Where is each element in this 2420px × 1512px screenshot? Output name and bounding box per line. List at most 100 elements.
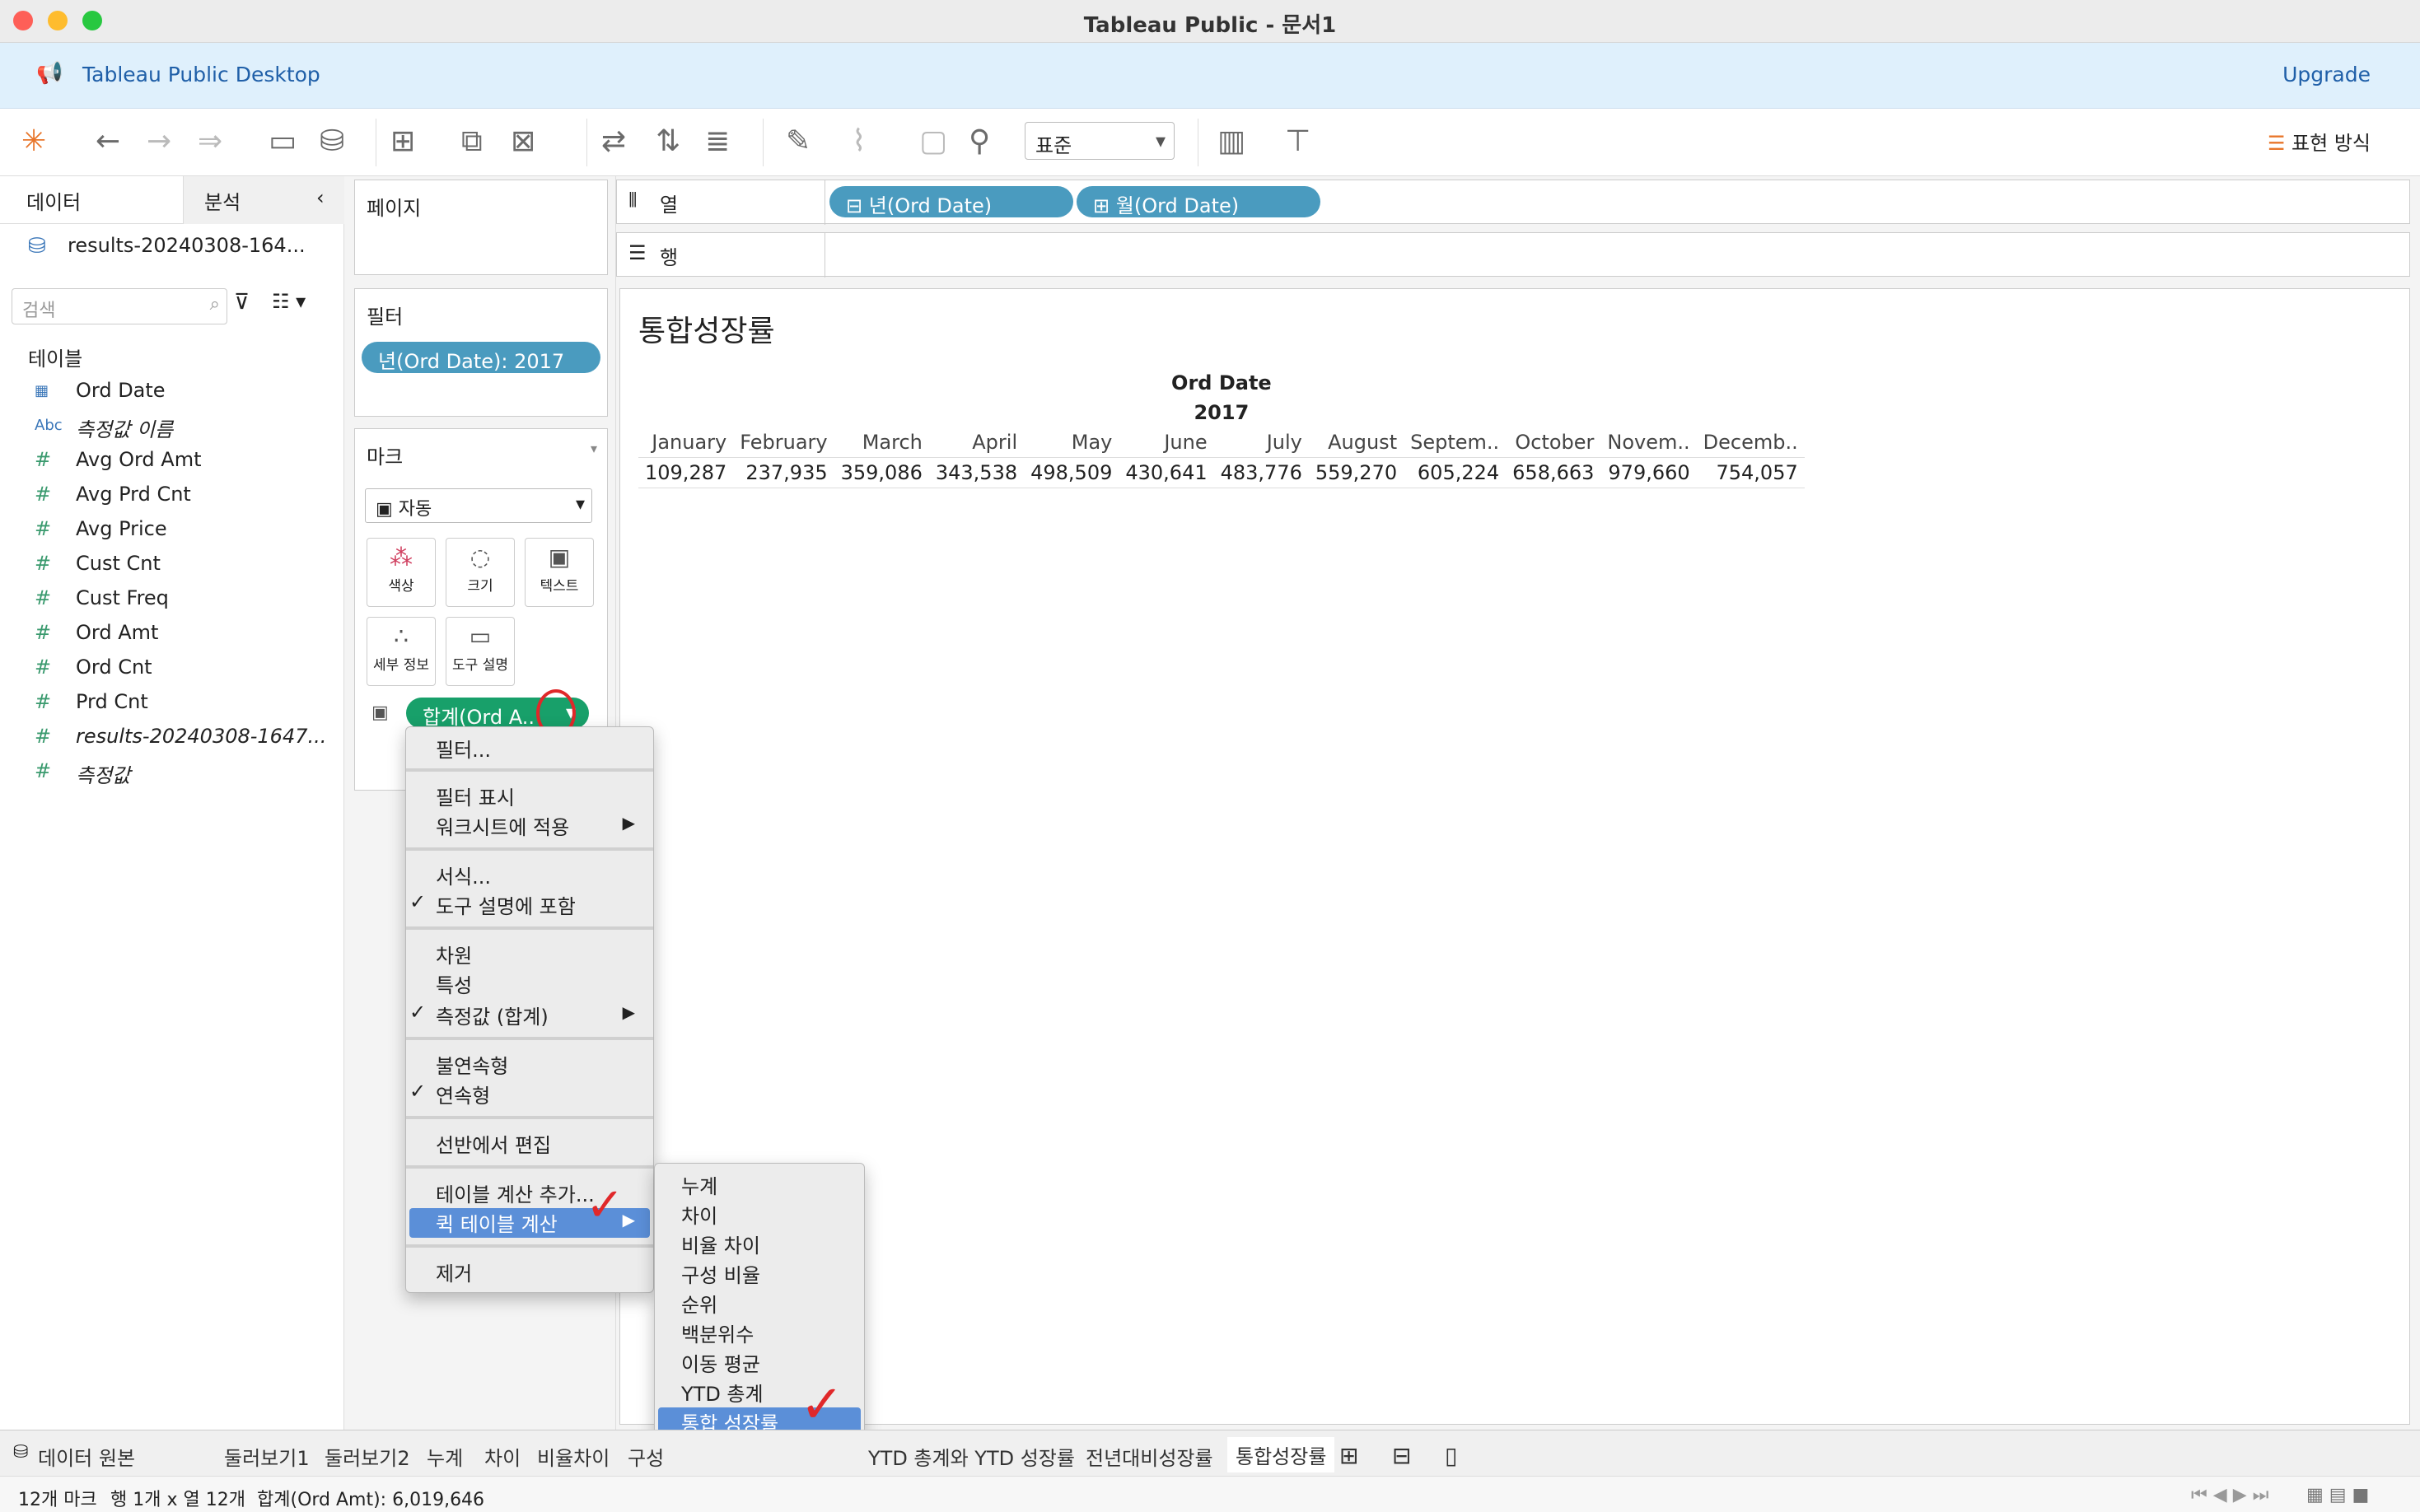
field-item[interactable]: Abc 측정값 이름 bbox=[0, 410, 344, 443]
search-input[interactable]: 검색 ⌕ bbox=[12, 288, 227, 324]
sheet-tab[interactable]: 누계 bbox=[427, 1442, 463, 1471]
sort-asc-icon[interactable]: ⇅ bbox=[656, 125, 680, 158]
grid-view-icon[interactable]: ▦ ▤ ■ bbox=[2306, 1485, 2369, 1505]
sheet-tab[interactable]: 구성 bbox=[628, 1442, 664, 1471]
save-icon[interactable]: ▭ bbox=[269, 125, 297, 158]
submenu-item[interactable]: 백분위수 bbox=[681, 1318, 754, 1348]
new-worksheet-icon[interactable]: ⊞ bbox=[390, 125, 415, 158]
chevron-down-icon[interactable]: ▾ bbox=[591, 441, 597, 456]
value-cell[interactable]: 109,287 bbox=[638, 458, 733, 488]
sheet-tab[interactable]: 차이 bbox=[484, 1442, 521, 1471]
sheet-nav-icon[interactable]: ⏮ ◀ ▶ ⏭ bbox=[2191, 1485, 2268, 1505]
filter-icon[interactable]: ⊽ bbox=[234, 290, 250, 315]
year-pill[interactable]: ⊟ 년(Ord Date) bbox=[829, 186, 1073, 217]
value-cell[interactable]: 658,663 bbox=[1506, 458, 1600, 488]
new-worksheet-icon[interactable]: ⊞ bbox=[1339, 1442, 1358, 1469]
presentation-icon[interactable]: ⊤ bbox=[1285, 125, 1310, 158]
field-item[interactable]: # 측정값 bbox=[0, 756, 344, 789]
sheet-tab[interactable]: 둘러보기2 bbox=[325, 1442, 410, 1471]
columns-shelf[interactable]: ⦀ 열 ⊟ 년(Ord Date) ⊞ 월(Ord Date) bbox=[616, 180, 2410, 225]
back-icon[interactable]: ← bbox=[96, 125, 120, 158]
sheet-tab[interactable]: 전년대비성장률 bbox=[1086, 1442, 1213, 1471]
submenu-item[interactable]: 구성 비율 bbox=[681, 1259, 760, 1289]
sheet-tab[interactable]: 비율차이 bbox=[537, 1442, 610, 1471]
field-item[interactable]: ▦ Ord Date bbox=[0, 376, 344, 408]
submenu-item[interactable]: YTD 총계 bbox=[681, 1378, 764, 1407]
menu-dimension[interactable]: 차원 bbox=[436, 940, 472, 969]
submenu-item[interactable]: 비율 차이 bbox=[681, 1230, 760, 1259]
field-item[interactable]: # Avg Ord Amt bbox=[0, 445, 344, 478]
field-item[interactable]: # Avg Price bbox=[0, 514, 344, 547]
menu-edit-in-shelf[interactable]: 선반에서 편집 bbox=[436, 1129, 551, 1159]
value-cell[interactable]: 559,270 bbox=[1309, 458, 1404, 488]
filter-pill[interactable]: 년(Ord Date): 2017 bbox=[362, 342, 600, 373]
mark-type-select[interactable]: ▣ 자동 ▾ bbox=[365, 488, 592, 523]
size-mark-button[interactable]: ◌ 크기 bbox=[446, 538, 515, 607]
pin-icon[interactable]: ⚲ bbox=[969, 125, 990, 158]
menu-remove[interactable]: 제거 bbox=[436, 1258, 472, 1287]
menu-apply-worksheets[interactable]: 워크시트에 적용 bbox=[436, 811, 569, 841]
field-item[interactable]: # Ord Cnt bbox=[0, 652, 344, 685]
menu-discrete[interactable]: 불연속형 bbox=[436, 1050, 508, 1080]
attach-icon[interactable]: ⌇ bbox=[852, 125, 867, 158]
label-icon[interactable]: ▢ bbox=[919, 125, 947, 158]
clear-sheet-icon[interactable]: ⊠ bbox=[511, 125, 535, 158]
submenu-item[interactable]: 순위 bbox=[681, 1289, 717, 1318]
tooltip-mark-button[interactable]: ▭ 도구 설명 bbox=[446, 617, 515, 686]
menu-filter[interactable]: 필터... bbox=[436, 734, 491, 763]
field-item[interactable]: # results-20240308-1647... bbox=[0, 721, 344, 754]
swap-icon[interactable]: ⇄ bbox=[601, 125, 626, 158]
menu-measure-sum[interactable]: 측정값 (합계) bbox=[436, 1001, 549, 1030]
menu-include-tooltip[interactable]: 도구 설명에 포함 bbox=[436, 890, 576, 920]
duplicate-sheet-icon[interactable]: ⧉ bbox=[461, 125, 483, 158]
sheet-tab[interactable]: 둘러보기1 bbox=[224, 1442, 310, 1471]
color-mark-button[interactable]: ⁂ 색상 bbox=[367, 538, 436, 607]
redo-icon[interactable]: ⇒ bbox=[198, 125, 222, 158]
menu-quick-table-calc[interactable]: 퀵 테이블 계산 bbox=[436, 1208, 558, 1238]
menu-format[interactable]: 서식... bbox=[436, 861, 491, 890]
field-item[interactable]: # Avg Prd Cnt bbox=[0, 479, 344, 512]
menu-show-filter[interactable]: 필터 표시 bbox=[436, 782, 515, 811]
show-me-button[interactable]: ☰ 표현 방식 bbox=[2268, 127, 2371, 156]
value-cell[interactable]: 498,509 bbox=[1024, 458, 1119, 488]
new-story-icon[interactable]: ▯ bbox=[1445, 1442, 1457, 1469]
value-cell[interactable]: 979,660 bbox=[1600, 458, 1696, 488]
rows-shelf[interactable]: ☰ 행 bbox=[616, 232, 2410, 278]
new-datasource-icon[interactable]: ⛁ bbox=[320, 125, 344, 158]
value-cell[interactable]: 483,776 bbox=[1214, 458, 1309, 488]
value-cell[interactable]: 359,086 bbox=[834, 458, 929, 488]
menu-add-table-calc[interactable]: 테이블 계산 추가... bbox=[436, 1178, 595, 1208]
value-cell[interactable]: 343,538 bbox=[929, 458, 1024, 488]
month-pill[interactable]: ⊞ 월(Ord Date) bbox=[1077, 186, 1320, 217]
value-cell[interactable]: 754,057 bbox=[1697, 458, 1805, 488]
field-item[interactable]: # Ord Amt bbox=[0, 618, 344, 651]
tab-analysis[interactable]: 분석 bbox=[204, 186, 241, 215]
sheet-tab[interactable]: 통합성장률 bbox=[1227, 1437, 1335, 1472]
value-cell[interactable]: 430,641 bbox=[1119, 458, 1213, 488]
menu-continuous[interactable]: 연속형 bbox=[436, 1080, 490, 1109]
fit-select[interactable]: 표준 ▾ bbox=[1025, 122, 1175, 160]
field-item[interactable]: # Cust Cnt bbox=[0, 548, 344, 581]
filters-shelf[interactable]: 필터 년(Ord Date): 2017 bbox=[354, 288, 608, 417]
detail-mark-button[interactable]: ∴ 세부 정보 bbox=[367, 617, 436, 686]
sheet-tab[interactable]: YTD 총계와 YTD 성장률 bbox=[868, 1442, 1075, 1471]
sort-desc-icon[interactable]: ≣ bbox=[705, 125, 730, 158]
text-mark-button[interactable]: ▣ 텍스트 bbox=[525, 538, 594, 607]
datasource-name[interactable]: results-20240308-164... bbox=[68, 234, 306, 257]
submenu-item[interactable]: 차이 bbox=[681, 1200, 717, 1230]
chart-icon[interactable]: ▥ bbox=[1217, 125, 1245, 158]
submenu-item[interactable]: 이동 평균 bbox=[681, 1348, 760, 1378]
field-item[interactable]: # Prd Cnt bbox=[0, 687, 344, 720]
tableau-logo-icon[interactable]: ✳ bbox=[21, 125, 46, 158]
upgrade-link[interactable]: Upgrade bbox=[2282, 63, 2371, 86]
menu-attribute[interactable]: 특성 bbox=[436, 969, 472, 999]
pages-shelf[interactable]: 페이지 bbox=[354, 180, 608, 275]
sheet-tab[interactable]: 데이터 원본 bbox=[38, 1442, 135, 1471]
collapse-icon[interactable]: ‹ bbox=[316, 186, 325, 209]
tab-data[interactable]: 데이터 bbox=[26, 186, 81, 215]
highlight-icon[interactable]: ✎ bbox=[786, 125, 811, 158]
submenu-item[interactable]: 누계 bbox=[681, 1170, 717, 1200]
new-dashboard-icon[interactable]: ⊟ bbox=[1392, 1442, 1411, 1469]
value-cell[interactable]: 605,224 bbox=[1404, 458, 1506, 488]
view-list-icon[interactable]: ☷ ▾ bbox=[272, 290, 306, 313]
